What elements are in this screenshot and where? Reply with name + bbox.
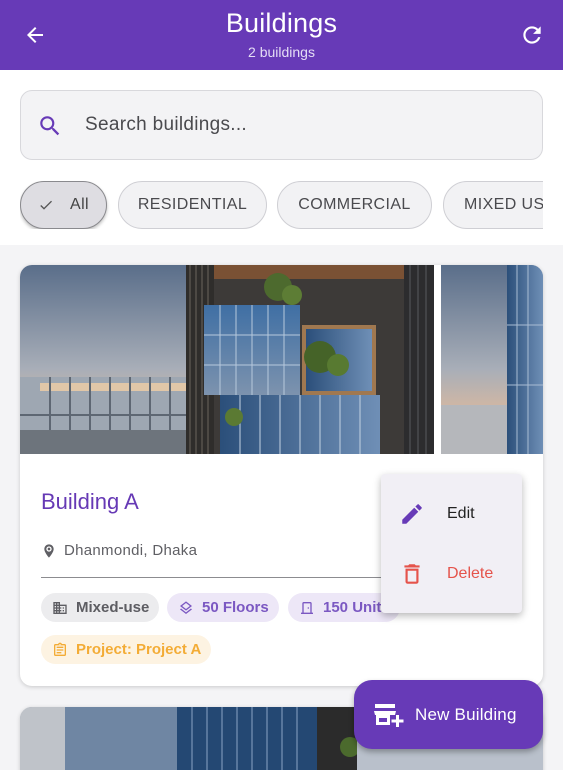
filter-chip-label: COMMERCIAL <box>298 196 411 213</box>
card-options-menu: Edit Delete <box>381 474 522 613</box>
building-location: Dhanmondi, Dhaka <box>41 542 197 559</box>
filter-chips: All RESIDENTIAL COMMERCIAL MIXED USE <box>20 181 543 229</box>
filter-chip-residential[interactable]: RESIDENTIAL <box>118 181 267 229</box>
refresh-button[interactable] <box>517 20 547 50</box>
layers-icon <box>180 600 192 614</box>
units-tag-label: 150 Units <box>323 599 390 616</box>
search-placeholder: Search buildings... <box>85 114 248 135</box>
menu-item-delete[interactable]: Delete <box>381 549 522 599</box>
menu-item-label: Edit <box>447 505 475 522</box>
location-pin-icon <box>44 543 54 558</box>
delete-icon <box>404 564 420 584</box>
building-name[interactable]: Building A <box>41 489 139 515</box>
door-icon <box>301 601 313 614</box>
floors-tag-label: 50 Floors <box>202 599 269 616</box>
filter-chip-all[interactable]: All <box>20 181 107 229</box>
project-tag-label: Project: Project A <box>76 641 202 658</box>
menu-item-label: Delete <box>447 565 494 582</box>
search-input[interactable]: Search buildings... <box>20 90 543 160</box>
filter-chip-commercial[interactable]: COMMERCIAL <box>277 181 432 229</box>
building-photo <box>20 265 543 454</box>
filter-chip-label: MIXED USE <box>464 196 543 213</box>
page-title: Buildings <box>225 8 338 38</box>
filter-chip-label: All <box>70 196 89 213</box>
location-text: Dhanmondi, Dhaka <box>64 542 198 559</box>
type-tag-label: Mixed-use <box>76 599 150 616</box>
filter-chip-mixed-use[interactable]: MIXED USE <box>443 181 543 229</box>
add-business-icon <box>374 704 404 727</box>
building-count: 2 buildings <box>248 44 315 60</box>
apartment-icon <box>53 601 67 614</box>
check-icon <box>40 200 52 210</box>
app-root: Buildings 2 buildings Search buildings..… <box>0 0 563 770</box>
filter-chip-label: RESIDENTIAL <box>137 196 248 213</box>
search-and-filters: Search buildings... All RESIDENTIAL COMM… <box>0 70 563 245</box>
app-bar: Buildings 2 buildings <box>0 0 563 70</box>
project-tag: Project: Project A <box>41 635 212 664</box>
new-building-label: New Building <box>415 705 517 724</box>
floors-tag: 50 Floors <box>167 593 279 622</box>
refresh-icon <box>523 26 541 44</box>
menu-item-edit[interactable]: Edit <box>381 489 522 539</box>
search-icon <box>40 116 60 136</box>
type-tag: Mixed-use <box>41 593 160 622</box>
edit-icon <box>402 504 422 524</box>
assignment-icon <box>54 642 66 656</box>
new-building-button[interactable]: New Building <box>354 680 543 749</box>
